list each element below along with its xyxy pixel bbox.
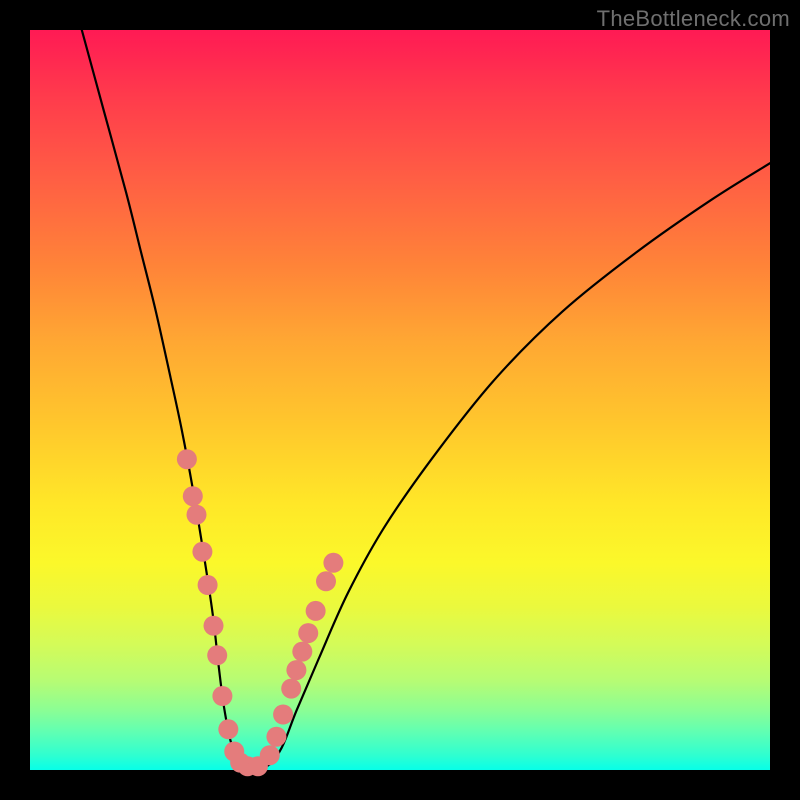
marker-group — [177, 449, 344, 776]
marker-point — [198, 575, 218, 595]
marker-point — [177, 449, 197, 469]
marker-point — [286, 660, 306, 680]
marker-point — [192, 542, 212, 562]
marker-point — [292, 642, 312, 662]
marker-point — [323, 553, 343, 573]
chart-svg — [30, 30, 770, 770]
watermark: TheBottleneck.com — [597, 6, 790, 32]
marker-point — [260, 745, 280, 765]
marker-point — [207, 645, 227, 665]
marker-point — [266, 727, 286, 747]
marker-point — [281, 679, 301, 699]
bottleneck-curve — [82, 30, 770, 769]
marker-point — [187, 505, 207, 525]
marker-point — [218, 719, 238, 739]
marker-point — [316, 571, 336, 591]
marker-point — [183, 486, 203, 506]
marker-point — [298, 623, 318, 643]
marker-point — [273, 705, 293, 725]
marker-point — [306, 601, 326, 621]
marker-point — [212, 686, 232, 706]
marker-point — [204, 616, 224, 636]
